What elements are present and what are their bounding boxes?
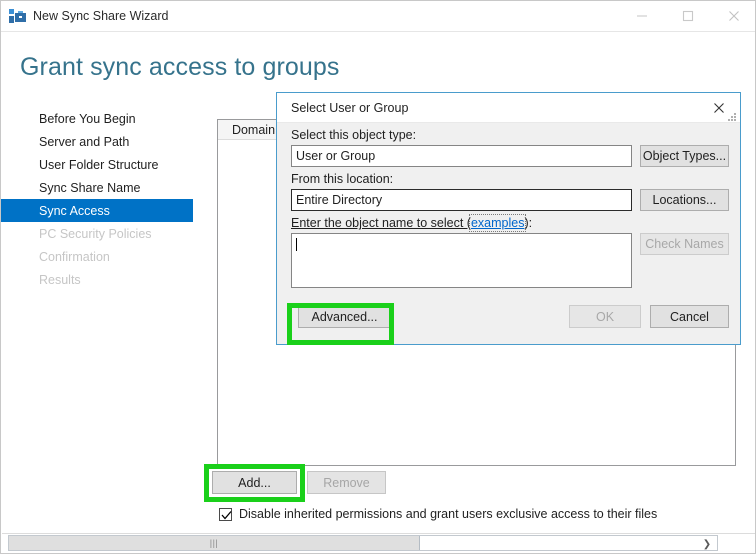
object-name-label-suffix: ):	[524, 216, 533, 230]
maximize-button[interactable]	[665, 1, 711, 31]
location-field[interactable]: Entire Directory	[291, 189, 632, 211]
sidebar-item-label: PC Security Policies	[39, 226, 152, 241]
dialog-title: Select User or Group	[291, 101, 409, 115]
window-title: New Sync Share Wizard	[33, 9, 169, 23]
scrollbar-track[interactable]: ||| ❯	[8, 535, 718, 551]
sidebar-item-label: Confirmation	[39, 249, 110, 264]
remove-button: Remove	[307, 471, 386, 494]
sidebar-item-label: Sync Access	[39, 203, 110, 218]
sidebar-item-sync-access[interactable]: Sync Access	[1, 199, 193, 222]
advanced-button[interactable]: Advanced...	[298, 305, 391, 328]
object-name-label: Enter the object name to select (example…	[291, 214, 533, 232]
sidebar-item-user-folder-structure[interactable]: User Folder Structure	[1, 153, 193, 176]
object-types-button[interactable]: Object Types...	[640, 145, 729, 167]
sidebar-item-before-you-begin[interactable]: Before You Begin	[1, 107, 193, 130]
sidebar-item-results: Results	[1, 268, 193, 291]
scroll-right-arrow-icon[interactable]: ❯	[698, 537, 716, 551]
wizard-sidebar: Before You Begin Server and Path User Fo…	[1, 107, 193, 291]
examples-link[interactable]: examples	[468, 214, 527, 232]
dialog-titlebar: Select User or Group	[277, 93, 740, 123]
wizard-window: New Sync Share Wizard Grant sync access …	[0, 0, 756, 554]
disable-inherited-permissions-row[interactable]: Disable inherited permissions and grant …	[219, 507, 657, 521]
disable-inherited-permissions-label: Disable inherited permissions and grant …	[239, 507, 658, 521]
object-name-input[interactable]	[291, 233, 632, 288]
page-title: Grant sync access to groups	[20, 53, 340, 81]
select-user-or-group-dialog: Select User or Group Select this object …	[276, 92, 741, 345]
minimize-button[interactable]	[619, 1, 665, 31]
dialog-resize-grip[interactable]	[725, 109, 737, 121]
horizontal-scrollbar[interactable]: ||| ❯	[2, 533, 755, 552]
sidebar-item-pc-security-policies: PC Security Policies	[1, 222, 193, 245]
sidebar-item-server-and-path[interactable]: Server and Path	[1, 130, 193, 153]
location-label: From this location:	[291, 172, 394, 186]
add-button[interactable]: Add...	[212, 471, 297, 494]
sync-share-icon	[9, 8, 27, 25]
locations-button[interactable]: Locations...	[640, 189, 729, 211]
object-type-field[interactable]: User or Group	[291, 145, 632, 167]
sidebar-item-confirmation: Confirmation	[1, 245, 193, 268]
cancel-button[interactable]: Cancel	[650, 305, 729, 328]
window-titlebar: New Sync Share Wizard	[1, 1, 755, 32]
sidebar-item-label: User Folder Structure	[39, 157, 159, 172]
disable-inherited-permissions-checkbox[interactable]	[219, 507, 232, 521]
check-names-button: Check Names	[640, 233, 729, 255]
sidebar-item-label: Results	[39, 272, 81, 287]
scrollbar-grip: |||	[209, 538, 219, 548]
check-icon	[221, 510, 232, 519]
text-caret	[296, 238, 297, 252]
sidebar-item-label: Server and Path	[39, 134, 130, 149]
sidebar-item-sync-share-name[interactable]: Sync Share Name	[1, 176, 193, 199]
sidebar-item-label: Before You Begin	[39, 111, 136, 126]
sidebar-item-label: Sync Share Name	[39, 180, 141, 195]
object-name-label-prefix: Enter the object name to select (	[291, 216, 471, 230]
ok-button: OK	[569, 305, 641, 328]
scrollbar-thumb[interactable]: |||	[9, 536, 420, 550]
close-button[interactable]	[711, 1, 755, 31]
object-type-label: Select this object type:	[291, 128, 417, 142]
